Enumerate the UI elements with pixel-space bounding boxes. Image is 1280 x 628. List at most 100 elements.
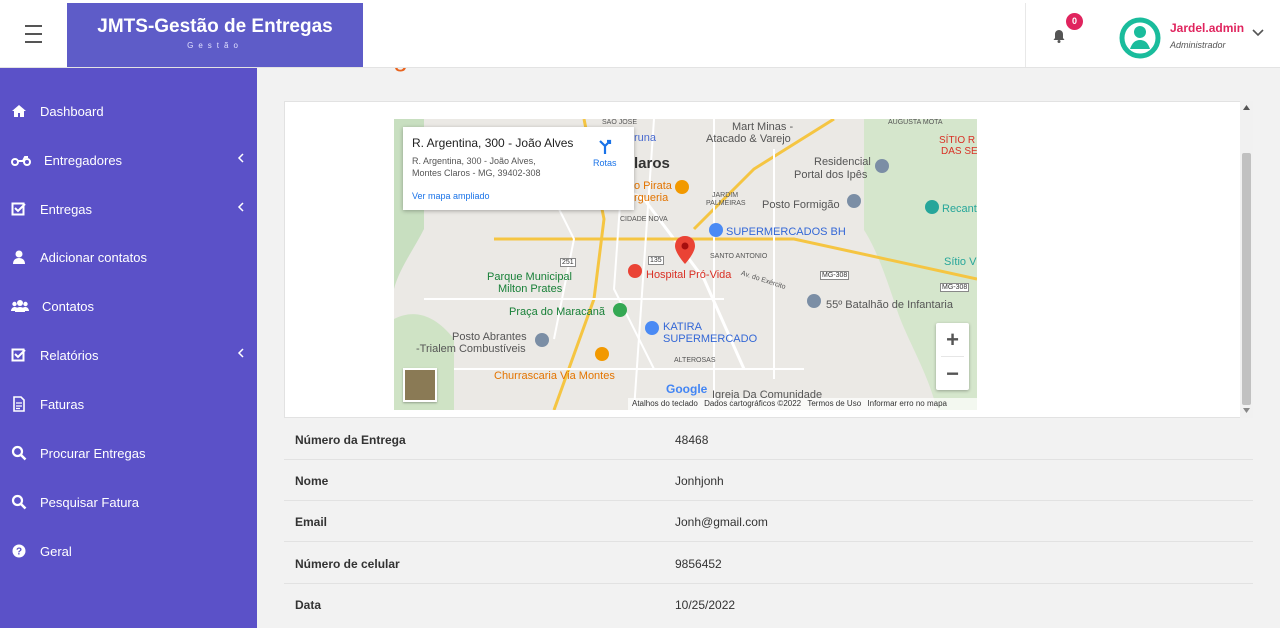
bell-icon[interactable] — [1051, 28, 1067, 44]
sidebar-item-label: Dashboard — [40, 103, 104, 119]
map-label: laros — [634, 155, 670, 172]
place-address-line: R. Argentina, 300 - João Alves, — [412, 156, 536, 166]
map-label: Parque Municipal — [487, 271, 572, 283]
detail-value: 10/25/2022 — [675, 598, 736, 612]
user-name[interactable]: Jardel.admin — [1170, 21, 1244, 35]
map-label: MG-308 — [820, 271, 850, 280]
larger-map-link[interactable]: Ver mapa ampliado — [412, 191, 490, 201]
brand-title: JMTS-Gestão de Entregas — [97, 16, 333, 37]
map-label: Portal dos Ipês — [794, 169, 868, 181]
place-address: R. Argentina, 300 - João Alves, Montes C… — [412, 155, 562, 179]
brand-logo[interactable]: JMTS-Gestão de Entregas Gestão — [67, 3, 363, 67]
place-title: R. Argentina, 300 - João Alves — [412, 136, 574, 150]
chevron-left-icon — [237, 202, 244, 212]
detail-value: Jonhjonh — [675, 474, 724, 488]
chevron-down-icon[interactable] — [1251, 28, 1265, 38]
sidebar-item-entregas[interactable]: Entregas — [0, 189, 257, 229]
scroll-up-icon[interactable] — [1243, 105, 1250, 110]
map-label: o Pirata — [634, 180, 672, 192]
sidebar-item-faturas[interactable]: Faturas — [0, 384, 257, 424]
google-logo: Google — [666, 382, 708, 396]
detail-label: Número de celular — [295, 557, 400, 571]
sidebar-item-label: Faturas — [40, 396, 85, 412]
place-address-line: Montes Claros - MG, 39402-308 — [412, 168, 541, 178]
search-icon — [11, 445, 27, 461]
map-label: SUPERMERCADOS BH — [726, 226, 846, 238]
map-label: ALTEROSAS — [674, 357, 716, 364]
directions-button[interactable]: Rotas — [593, 158, 617, 168]
sidebar-item-label: Entregas — [40, 201, 93, 217]
detail-label: Número da Entrega — [295, 433, 406, 447]
sidebar-item-label: Relatórios — [40, 347, 99, 363]
map-label: Hospital Pró-Vida — [646, 269, 732, 281]
map-label: Milton Prates — [498, 283, 563, 295]
search-icon — [11, 494, 27, 510]
motorcycle-icon — [11, 156, 31, 166]
terms-link[interactable]: Termos de Uso — [807, 399, 861, 408]
map-label: -Trialem Combustíveis — [416, 343, 526, 355]
sidebar-item-dashboard[interactable]: Dashboard — [0, 91, 257, 131]
user-icon — [13, 250, 25, 264]
zoom-control: + − — [936, 323, 969, 390]
chevron-left-icon — [237, 153, 244, 163]
directions-icon[interactable] — [598, 138, 612, 155]
map-label: SÃO JOSÉ — [602, 119, 638, 126]
top-bar: JMTS-Gestão de Entregas Gestão 0 Jardel.… — [0, 0, 1280, 68]
map-label: runa — [634, 132, 657, 144]
map-label: CIDADE NOVA — [620, 216, 668, 223]
sidebar-item-procurar-entregas[interactable]: Procurar Entregas — [0, 433, 257, 473]
map-label: PALMEIRAS — [706, 200, 746, 207]
map-label: SUPERMERCADO — [663, 333, 758, 345]
detail-row: Nome Jonhjonh — [284, 460, 1253, 501]
map-label: KATIRA — [663, 321, 702, 333]
detail-value: 9856452 — [675, 557, 722, 571]
zoom-out-button[interactable]: − — [936, 357, 969, 390]
place-info-card: R. Argentina, 300 - João Alves R. Argent… — [403, 127, 634, 210]
detail-label: Email — [295, 515, 328, 529]
hamburger-icon — [25, 22, 42, 46]
map-label: Mart Minas - — [732, 121, 794, 133]
map-data-text: Dados cartográficos ©2022 — [704, 399, 802, 408]
satellite-toggle[interactable] — [403, 368, 437, 402]
detail-value: Jonh@gmail.com — [675, 515, 768, 529]
map-label: Churrascaria Via Montes — [494, 370, 615, 382]
scrollbar-thumb[interactable] — [1242, 153, 1251, 405]
checkbox-icon — [11, 348, 26, 362]
notification-badge: 0 — [1066, 13, 1083, 30]
map-label: MG-308 — [940, 283, 970, 292]
sidebar: Dashboard Entregadores Entregas Adiciona… — [0, 68, 257, 628]
map-label: 135 — [648, 256, 664, 265]
detail-label: Nome — [295, 474, 329, 488]
chevron-left-icon — [237, 348, 244, 358]
detail-label: Data — [295, 598, 322, 612]
keyboard-shortcuts-link[interactable]: Atalhos do teclado — [632, 399, 698, 408]
map-label: AUGUSTA MOTA — [888, 119, 943, 126]
svg-text:?: ? — [16, 547, 22, 558]
sidebar-item-adicionar-contatos[interactable]: Adicionar contatos — [0, 237, 257, 277]
sidebar-item-label: Procurar Entregas — [40, 445, 146, 461]
avatar[interactable] — [1119, 15, 1161, 61]
sidebar-item-label: Pesquisar Fatura — [40, 494, 139, 510]
map-label: Posto Formigão — [762, 199, 840, 211]
sidebar-item-label: Geral — [40, 543, 72, 559]
sidebar-item-label: Entregadores — [44, 152, 123, 168]
map-label: Praça do Maracanã — [509, 306, 605, 318]
map-label: SANTO ANTONIO — [710, 253, 768, 260]
sidebar-item-contatos[interactable]: Contatos — [0, 286, 257, 326]
report-error-link[interactable]: Informar erro no mapa — [867, 399, 947, 408]
detail-row: Número da Entrega 48468 — [284, 419, 1253, 460]
detail-value: 48468 — [675, 433, 709, 447]
sidebar-item-entregadores[interactable]: Entregadores — [0, 140, 257, 180]
sidebar-item-relatorios[interactable]: Relatórios — [0, 335, 257, 375]
map-label: rgueria — [634, 192, 669, 204]
zoom-in-button[interactable]: + — [936, 323, 969, 356]
question-icon: ? — [12, 544, 26, 558]
checkbox-icon — [11, 202, 26, 216]
menu-toggle-button[interactable] — [0, 0, 67, 68]
sidebar-item-geral[interactable]: ? Geral — [0, 531, 257, 571]
scroll-down-icon[interactable] — [1243, 408, 1250, 413]
scrollbar[interactable] — [1240, 101, 1253, 418]
file-icon — [13, 396, 25, 412]
brand-subtitle: Gestão — [187, 41, 243, 50]
sidebar-item-pesquisar-fatura[interactable]: Pesquisar Fatura — [0, 482, 257, 522]
